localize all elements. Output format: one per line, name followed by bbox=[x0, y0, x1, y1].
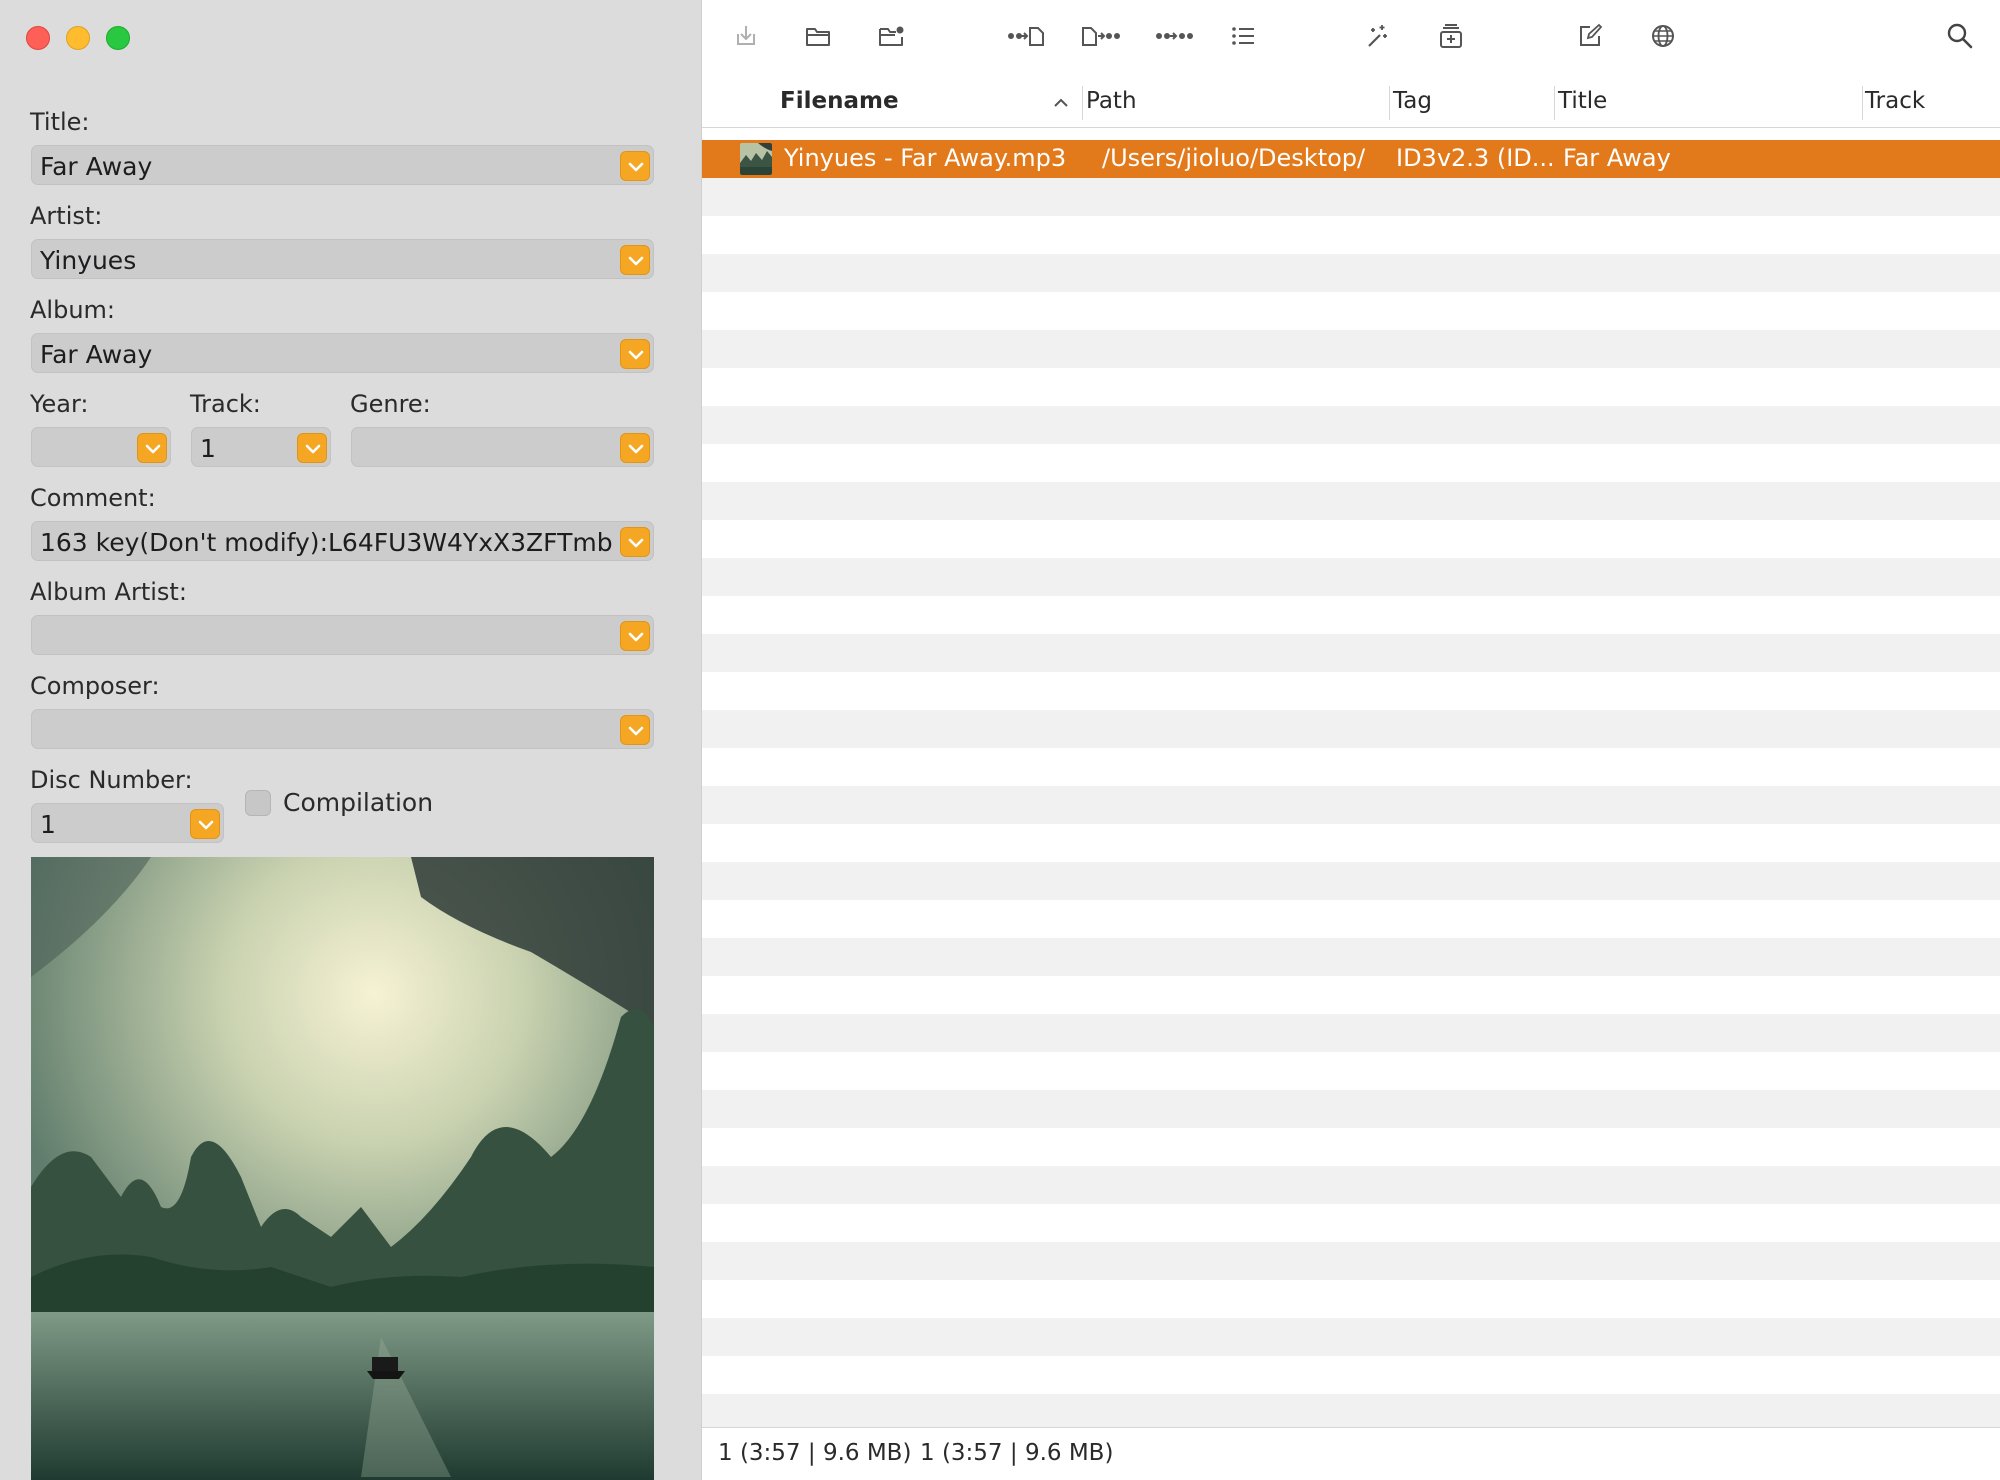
genre-combobox[interactable] bbox=[351, 427, 654, 467]
chevron-down-icon[interactable] bbox=[620, 151, 650, 181]
sort-ascending-icon[interactable] bbox=[1053, 94, 1069, 113]
chevron-down-icon[interactable] bbox=[297, 433, 327, 463]
folder-icon[interactable] bbox=[804, 22, 832, 50]
artist-combobox[interactable]: Yinyues bbox=[31, 239, 654, 279]
import-icon[interactable] bbox=[732, 22, 760, 50]
chevron-down-icon[interactable] bbox=[190, 809, 220, 839]
archive-add-icon[interactable] bbox=[1437, 22, 1465, 50]
filename-to-tag-icon[interactable] bbox=[1080, 22, 1120, 50]
search-icon[interactable] bbox=[1946, 22, 1974, 50]
chevron-down-icon[interactable] bbox=[620, 715, 650, 745]
cell-path: /Users/jioluo/Desktop/ bbox=[1102, 144, 1366, 172]
list-icon[interactable] bbox=[1229, 22, 1257, 50]
column-header-title[interactable]: Title bbox=[1558, 88, 1607, 114]
window-zoom-button[interactable] bbox=[106, 26, 130, 50]
chevron-down-icon[interactable] bbox=[620, 527, 650, 557]
column-divider[interactable] bbox=[1082, 86, 1083, 120]
artist-value: Yinyues bbox=[40, 246, 137, 275]
album-combobox[interactable]: Far Away bbox=[31, 333, 654, 373]
column-divider[interactable] bbox=[1389, 86, 1390, 120]
year-label: Year: bbox=[30, 390, 89, 418]
table-row[interactable]: Yinyues - Far Away.mp3 /Users/jioluo/Des… bbox=[702, 140, 2000, 178]
comment-value: 163 key(Don't modify):L64FU3W4YxX3ZFTmbZ bbox=[40, 528, 613, 557]
cell-filename: Yinyues - Far Away.mp3 bbox=[784, 144, 1067, 172]
file-list-pane: Filename Path Tag Title Track Yinyues - … bbox=[702, 0, 2000, 1480]
chevron-down-icon[interactable] bbox=[620, 245, 650, 275]
artwork-thumbnail bbox=[740, 143, 772, 175]
cell-title: Far Away bbox=[1563, 144, 1671, 172]
disc-number-label: Disc Number: bbox=[30, 766, 193, 794]
magic-wand-icon[interactable] bbox=[1363, 22, 1391, 50]
tag-to-tag-icon[interactable] bbox=[1154, 22, 1194, 50]
tag-editor-pane: Title: Far Away Artist: Yinyues Album: F… bbox=[0, 0, 702, 1480]
genre-label: Genre: bbox=[350, 390, 431, 418]
column-divider[interactable] bbox=[1862, 86, 1863, 120]
app-window: Title: Far Away Artist: Yinyues Album: F… bbox=[0, 0, 2000, 1480]
track-value: 1 bbox=[200, 434, 216, 463]
column-divider[interactable] bbox=[1554, 86, 1555, 120]
title-label: Title: bbox=[30, 108, 90, 136]
year-combobox[interactable] bbox=[31, 427, 171, 467]
column-header-track[interactable]: Track bbox=[1865, 88, 1925, 114]
window-minimize-button[interactable] bbox=[66, 26, 90, 50]
cell-tag: ID3v2.3 (ID... bbox=[1396, 144, 1552, 172]
edit-icon[interactable] bbox=[1576, 22, 1604, 50]
album-artist-label: Album Artist: bbox=[30, 578, 187, 606]
composer-label: Composer: bbox=[30, 672, 160, 700]
artist-label: Artist: bbox=[30, 202, 103, 230]
status-total: 1 (3:57 | 9.6 MB) bbox=[920, 1440, 1114, 1466]
comment-label: Comment: bbox=[30, 484, 156, 512]
comment-combobox[interactable]: 163 key(Don't modify):L64FU3W4YxX3ZFTmbZ bbox=[31, 521, 654, 561]
album-label: Album: bbox=[30, 296, 115, 324]
globe-icon[interactable] bbox=[1649, 22, 1677, 50]
track-combobox[interactable]: 1 bbox=[191, 427, 331, 467]
column-header-filename[interactable]: Filename bbox=[780, 88, 899, 114]
chevron-down-icon[interactable] bbox=[620, 433, 650, 463]
album-artwork-image[interactable] bbox=[31, 857, 654, 1480]
title-combobox[interactable]: Far Away bbox=[31, 145, 654, 185]
tag-to-filename-icon[interactable] bbox=[1007, 22, 1047, 50]
chevron-down-icon[interactable] bbox=[137, 433, 167, 463]
column-header-path[interactable]: Path bbox=[1086, 88, 1137, 114]
composer-combobox[interactable] bbox=[31, 709, 654, 749]
disc-number-combobox[interactable]: 1 bbox=[31, 803, 224, 843]
track-label: Track: bbox=[190, 390, 261, 418]
compilation-checkbox[interactable] bbox=[245, 790, 271, 816]
title-value: Far Away bbox=[40, 152, 153, 181]
album-artist-combobox[interactable] bbox=[31, 615, 654, 655]
disc-number-value: 1 bbox=[40, 810, 56, 839]
compilation-label[interactable]: Compilation bbox=[283, 788, 433, 817]
header-divider bbox=[702, 127, 2000, 128]
window-close-button[interactable] bbox=[26, 26, 50, 50]
status-bar: 1 (3:57 | 9.6 MB) 1 (3:57 | 9.6 MB) bbox=[702, 1427, 2000, 1480]
chevron-down-icon[interactable] bbox=[620, 339, 650, 369]
album-value: Far Away bbox=[40, 340, 153, 369]
folder-settings-icon[interactable] bbox=[877, 22, 905, 50]
column-header-tag[interactable]: Tag bbox=[1393, 88, 1432, 114]
status-selected: 1 (3:57 | 9.6 MB) bbox=[718, 1440, 912, 1466]
chevron-down-icon[interactable] bbox=[620, 621, 650, 651]
